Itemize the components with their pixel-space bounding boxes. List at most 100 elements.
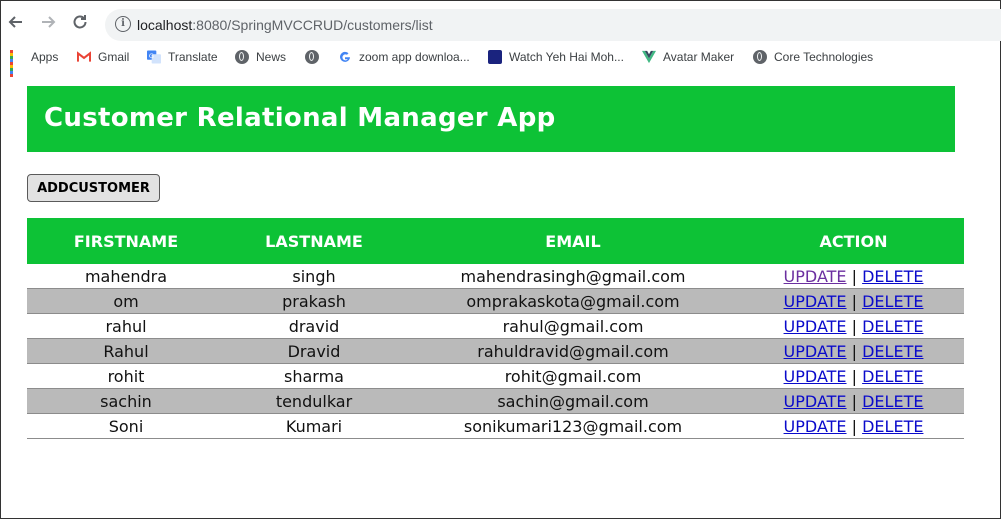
url-host: localhost [137,17,193,33]
page-content: Customer Relational Manager App ADDCUSTO… [1,72,1000,518]
table-row: mahendra singh mahendrasingh@gmail.com U… [27,264,964,289]
cell-firstname: rahul [27,313,225,339]
cell-email: omprakaskota@gmail.com [403,288,743,314]
cell-lastname: prakash [225,288,403,314]
table-row: sachin tendulkar sachin@gmail.com UPDATE… [27,388,964,414]
cell-email: rohit@gmail.com [403,363,743,389]
delete-link[interactable]: DELETE [862,292,923,311]
bookmarks-bar: Apps Gmail G Translate News zoom app dow… [1,44,1000,77]
bookmark-unnamed[interactable] [305,50,319,64]
globe-icon [305,50,319,64]
table-row: rahul dravid rahul@gmail.com UPDATE | DE… [27,313,964,339]
page-title: Customer Relational Manager App [44,103,556,133]
bookmark-translate[interactable]: G Translate [147,50,218,64]
bookmark-apps[interactable]: Apps [10,50,59,77]
cell-email: sonikumari123@gmail.com [403,413,743,439]
column-header-lastname: LASTNAME [225,218,403,264]
column-header-firstname: FIRSTNAME [27,218,225,264]
cell-action: UPDATE | DELETE [743,388,964,414]
cell-lastname: singh [225,264,403,289]
delete-link[interactable]: DELETE [862,417,923,436]
column-header-action: ACTION [743,218,964,264]
update-link[interactable]: UPDATE [784,392,847,411]
action-separator: | [851,391,858,411]
table-row: rohit sharma rohit@gmail.com UPDATE | DE… [27,363,964,389]
column-header-email: EMAIL [403,218,743,264]
table-row: Soni Kumari sonikumari123@gmail.com UPDA… [27,413,964,439]
site-info-icon[interactable]: i [115,16,131,32]
delete-link[interactable]: DELETE [862,267,923,286]
delete-link[interactable]: DELETE [862,342,923,361]
url-text: localhost:8080/SpringMVCCRUD/customers/l… [137,17,433,33]
cell-action: UPDATE | DELETE [743,338,964,364]
delete-link[interactable]: DELETE [862,317,923,336]
cell-lastname: Kumari [225,413,403,439]
apps-grid-icon [10,50,24,77]
vue-icon [642,50,656,64]
address-bar[interactable]: i localhost:8080/SpringMVCCRUD/customers… [105,9,1001,41]
table-row: Rahul Dravid rahuldravid@gmail.com UPDAT… [27,338,964,364]
bookmark-zoom[interactable]: zoom app downloa... [338,50,470,64]
action-separator: | [851,366,858,386]
browser-toolbar: i localhost:8080/SpringMVCCRUD/customers… [1,1,1001,44]
reload-icon[interactable] [69,11,91,33]
cell-firstname: om [27,288,225,314]
action-separator: | [851,316,858,336]
action-separator: | [851,416,858,436]
bookmark-label: Watch Yeh Hai Moh... [509,50,624,64]
cell-action: UPDATE | DELETE [743,288,964,314]
cell-firstname: sachin [27,388,225,414]
bookmark-label: Core Technologies [774,50,874,64]
table-row: om prakash omprakaskota@gmail.com UPDATE… [27,288,964,314]
cell-lastname: dravid [225,313,403,339]
svg-text:G: G [149,52,154,60]
url-path: :8080/SpringMVCCRUD/customers/list [192,17,433,33]
header-banner: Customer Relational Manager App [27,86,955,152]
cell-lastname: sharma [225,363,403,389]
cell-firstname: rohit [27,363,225,389]
cell-email: mahendrasingh@gmail.com [403,264,743,289]
update-link[interactable]: UPDATE [784,342,847,361]
gmail-icon [77,51,91,62]
update-link[interactable]: UPDATE [784,417,847,436]
bookmark-label: Translate [168,50,218,64]
bookmark-label: Gmail [98,50,130,64]
bookmark-avatar-maker[interactable]: Avatar Maker [642,50,734,64]
bookmark-label: Apps [31,50,59,64]
table-header-row: FIRSTNAME LASTNAME EMAIL ACTION [27,218,964,264]
cell-firstname: Rahul [27,338,225,364]
bookmark-watch[interactable]: Watch Yeh Hai Moh... [488,50,624,64]
globe-icon [235,50,249,64]
site-icon [488,50,502,64]
delete-link[interactable]: DELETE [862,392,923,411]
cell-action: UPDATE | DELETE [743,264,964,289]
cell-action: UPDATE | DELETE [743,313,964,339]
cell-action: UPDATE | DELETE [743,363,964,389]
cell-action: UPDATE | DELETE [743,413,964,439]
bookmark-label: Avatar Maker [663,50,735,64]
cell-firstname: mahendra [27,264,225,289]
bookmark-core-technologies[interactable]: Core Technologies [753,50,873,64]
forward-arrow-icon[interactable] [37,11,59,33]
action-separator: | [851,291,858,311]
back-arrow-icon[interactable] [5,11,27,33]
update-link[interactable]: UPDATE [784,367,847,386]
bookmark-label: News [256,50,287,64]
update-link[interactable]: UPDATE [784,267,847,286]
update-link[interactable]: UPDATE [784,292,847,311]
google-icon [340,51,350,62]
bookmark-label: zoom app downloa... [359,50,470,64]
action-separator: | [851,341,858,361]
cell-email: rahul@gmail.com [403,313,743,339]
cell-email: rahuldravid@gmail.com [403,338,743,364]
update-link[interactable]: UPDATE [784,317,847,336]
cell-lastname: tendulkar [225,388,403,414]
customers-table: FIRSTNAME LASTNAME EMAIL ACTION mahendra… [27,218,964,439]
bookmark-gmail[interactable]: Gmail [77,50,129,64]
cell-email: sachin@gmail.com [403,388,743,414]
delete-link[interactable]: DELETE [862,367,923,386]
add-customer-button[interactable]: ADDCUSTOMER [27,174,160,202]
cell-lastname: Dravid [225,338,403,364]
globe-icon [753,50,767,64]
bookmark-news[interactable]: News [235,50,286,64]
